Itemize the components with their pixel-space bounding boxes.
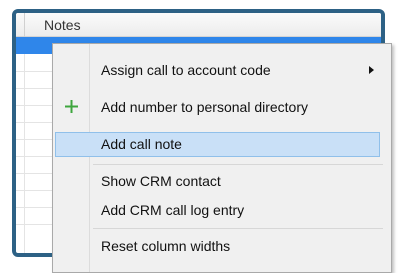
menu-item-label: Reset column widths [101,238,231,254]
menu-separator [93,164,383,165]
plus-icon [65,100,78,113]
context-menu: Assign call to account code Add number t… [52,43,392,273]
menu-item-add-crm-log-entry[interactable]: Add CRM call log entry [55,198,380,223]
menu-item-label: Add call note [101,136,182,152]
menu-separator [93,228,383,229]
notes-column-header[interactable]: Notes [44,17,81,33]
submenu-arrow-icon [369,66,374,74]
menu-item-reset-column-widths[interactable]: Reset column widths [55,234,380,259]
menu-item-label: Show CRM contact [101,173,221,189]
menu-item-label: Assign call to account code [101,62,271,78]
menu-item-label: Add CRM call log entry [101,202,245,218]
menu-item-label: Add number to personal directory [101,99,308,115]
menu-item-add-call-note[interactable]: Add call note [55,132,380,157]
menu-item-add-to-directory[interactable]: Add number to personal directory [55,95,380,120]
column-divider[interactable] [24,13,25,37]
menu-item-show-crm-contact[interactable]: Show CRM contact [55,169,380,194]
menu-item-assign-account-code[interactable]: Assign call to account code [55,58,380,83]
table-header: Notes [16,13,381,37]
